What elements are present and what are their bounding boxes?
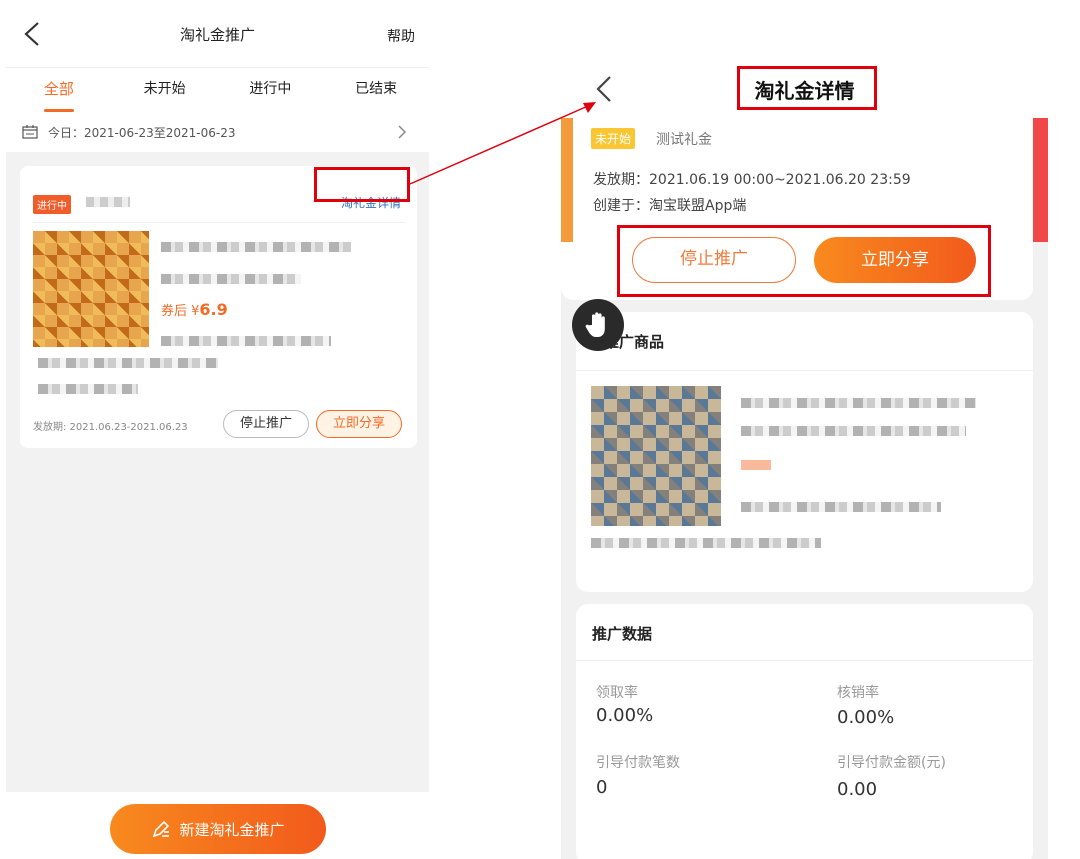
stat-value-amount: 0.00 xyxy=(837,779,878,800)
new-promotion-label: 新建淘礼金推广 xyxy=(179,820,285,839)
blurred-text xyxy=(161,274,301,284)
product-card: 推广商品 xyxy=(576,312,1033,592)
price-value: 6.9 xyxy=(199,300,228,319)
stat-label-orders: 引导付款笔数 xyxy=(596,755,680,771)
stats-section-title: 推广数据 xyxy=(592,625,653,643)
left-screen: 淘礼金推广 帮助 全部 未开始 进行中 已结束 今日：2021-06-23至20… xyxy=(6,0,429,859)
status-badge: 进行中 xyxy=(33,195,71,214)
blurred-text xyxy=(741,502,941,512)
status-bar xyxy=(561,0,1048,58)
hand-icon xyxy=(572,299,624,351)
blurred-text xyxy=(38,384,138,394)
stat-label-claim-rate: 领取率 xyxy=(596,685,638,701)
list-area: 进行中 淘礼金详情 券后 ¥6.9 发放期: 2021.06.23-2021.0… xyxy=(6,152,429,792)
annotation-box-title xyxy=(737,66,877,110)
page-title: 淘礼金推广 xyxy=(179,26,255,44)
blurred-text xyxy=(741,426,966,436)
gift-name: 测试礼金 xyxy=(656,132,712,148)
blurred-product-title xyxy=(741,398,976,408)
annotation-box-buttons xyxy=(617,225,991,297)
stat-value-orders: 0 xyxy=(596,777,608,798)
divider xyxy=(576,370,1033,371)
product-image[interactable] xyxy=(33,231,149,347)
share-now-button[interactable]: 立即分享 xyxy=(316,410,402,438)
created-on: 创建于：淘宝联盟App端 xyxy=(593,198,747,214)
status-badge: 未开始 xyxy=(591,128,636,149)
blurred-text xyxy=(38,358,218,368)
issue-period: 发放期：2021.06.19 00:00~2021.06.20 23:59 xyxy=(593,172,911,188)
date-range-text: 今日：2021-06-23至2021-06-23 xyxy=(48,125,236,140)
gift-info-card: 未开始 测试礼金 发放期：2021.06.19 00:00~2021.06.20… xyxy=(561,118,1033,300)
blurred-text xyxy=(741,460,771,470)
left-header: 淘礼金推广 帮助 xyxy=(6,0,429,68)
stat-value-redeem-rate: 0.00% xyxy=(837,707,895,728)
blurred-text xyxy=(591,538,821,548)
scroll-indicator xyxy=(1033,118,1048,242)
price-prefix: 券后 ¥ xyxy=(161,304,200,319)
stat-label-redeem-rate: 核销率 xyxy=(837,685,879,701)
promotion-card: 进行中 淘礼金详情 券后 ¥6.9 发放期: 2021.06.23-2021.0… xyxy=(20,166,417,448)
right-screen: 淘礼金详情 未开始 测试礼金 发放期：2021.06.19 00:00~2021… xyxy=(561,0,1048,859)
new-promotion-button[interactable]: 新建淘礼金推广 xyxy=(110,804,326,854)
calendar-icon xyxy=(22,125,38,139)
tab-ended[interactable]: 已结束 xyxy=(323,68,429,112)
tab-all[interactable]: 全部 xyxy=(6,68,112,112)
right-header: 淘礼金详情 xyxy=(561,58,1048,118)
date-filter[interactable]: 今日：2021-06-23至2021-06-23 xyxy=(6,112,429,152)
stat-label-amount: 引导付款金额(元) xyxy=(837,755,946,771)
annotation-box-detail-link xyxy=(314,167,410,202)
blurred-text xyxy=(161,336,331,346)
edit-icon xyxy=(153,820,170,838)
coupon-price: 券后 ¥6.9 xyxy=(161,300,228,319)
help-link[interactable]: 帮助 xyxy=(387,26,415,46)
stat-value-claim-rate: 0.00% xyxy=(596,705,654,726)
issue-period: 发放期: 2021.06.23-2021.06.23 xyxy=(33,422,188,433)
blurred-title xyxy=(86,197,130,207)
status-tabs: 全部 未开始 进行中 已结束 xyxy=(6,68,429,112)
divider xyxy=(576,660,1033,661)
stop-promotion-button[interactable]: 停止推广 xyxy=(223,410,309,438)
blurred-product-title xyxy=(161,242,351,252)
tab-not-started[interactable]: 未开始 xyxy=(112,68,218,112)
tab-in-progress[interactable]: 进行中 xyxy=(218,68,324,112)
divider xyxy=(33,222,405,223)
product-image[interactable] xyxy=(591,386,721,526)
chevron-right-icon xyxy=(398,125,407,139)
stats-card: 推广数据 领取率 0.00% 核销率 0.00% 引导付款笔数 0 引导付款金额… xyxy=(576,604,1033,859)
